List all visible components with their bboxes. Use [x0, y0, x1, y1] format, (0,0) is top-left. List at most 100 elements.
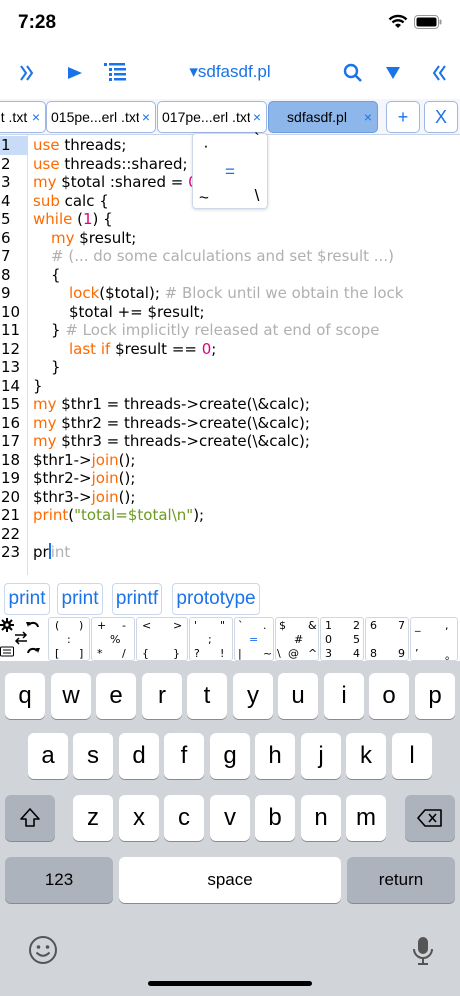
symbol-char: ~ — [263, 647, 273, 660]
symbol-char: ’ — [415, 647, 419, 660]
tab-file-3[interactable]: 017pe...erl .txt × — [157, 101, 267, 133]
symbol-key[interactable]: ~ — [194, 188, 214, 208]
key-y[interactable]: y — [233, 673, 273, 719]
symbol-key[interactable]: · — [196, 136, 216, 156]
symbol-char: & — [308, 619, 317, 632]
key-c[interactable]: c — [164, 795, 204, 841]
numbers-key[interactable]: 123 — [5, 857, 113, 903]
key-f[interactable]: f — [164, 733, 204, 779]
code-line-current[interactable]: pr int — [33, 543, 70, 562]
code-line: $thr1->join(); — [33, 451, 135, 470]
symbol-key-group[interactable]: 1 2 0 5 3 4 — [320, 617, 364, 661]
symbol-char: # — [294, 633, 304, 646]
code-text: $thr2 = threads->create(\&calc); — [56, 413, 310, 432]
key-u[interactable]: u — [278, 673, 318, 719]
key-j[interactable]: j — [301, 733, 341, 779]
key-l[interactable]: l — [392, 733, 432, 779]
key-s[interactable]: s — [73, 733, 113, 779]
key-m[interactable]: m — [346, 795, 386, 841]
key-x[interactable]: x — [119, 795, 159, 841]
shift-key[interactable] — [5, 795, 55, 841]
builtin-function: join — [91, 469, 119, 487]
code-comment: # (... do some calculations and set $res… — [51, 247, 394, 265]
key-h[interactable]: h — [255, 733, 295, 779]
delete-key[interactable] — [405, 795, 455, 841]
symbol-key-group[interactable]: ` . = | ~ — [234, 617, 274, 661]
suggestion-item[interactable]: print — [57, 583, 103, 615]
home-indicator — [148, 981, 312, 986]
key-r[interactable]: r — [142, 673, 182, 719]
key-t[interactable]: t — [187, 673, 227, 719]
key-z[interactable]: z — [73, 795, 113, 841]
code-text: $thr2-> — [33, 469, 92, 487]
suggestion-item[interactable]: prototype — [172, 583, 260, 615]
symbol-char: < — [142, 619, 152, 632]
code-line: lock($total); # Block until we obtain th… — [69, 284, 403, 303]
add-tab-button[interactable]: + — [386, 101, 420, 133]
tab-close-icon[interactable]: × — [29, 109, 43, 125]
suggestion-item[interactable]: printf — [112, 583, 162, 615]
key-g[interactable]: g — [210, 733, 250, 779]
microphone-icon[interactable] — [412, 935, 434, 972]
symbol-char: $ — [279, 619, 286, 632]
symbol-key-group[interactable]: _ , 。 ’ — [410, 617, 458, 662]
symbol-char: . — [263, 619, 267, 632]
tab-close-icon[interactable]: × — [361, 109, 375, 125]
symbol-key-group[interactable]: + - % * / — [91, 617, 135, 661]
symbol-char: * — [97, 647, 103, 660]
symbol-key-group[interactable]: ' " ; ? ! — [189, 617, 233, 661]
redo-icon[interactable] — [26, 644, 40, 658]
tab-label: 017pe...erl .txt — [162, 109, 250, 125]
symbol-char: - — [122, 619, 126, 632]
key-b[interactable]: b — [255, 795, 295, 841]
key-d[interactable]: d — [119, 733, 159, 779]
tab-label: 015pe...erl .txt — [51, 109, 139, 125]
run-icon[interactable] — [62, 58, 88, 88]
keyboard-icon[interactable] — [0, 646, 14, 658]
code-text: ); — [193, 506, 205, 524]
key-k[interactable]: k — [346, 733, 386, 779]
symbol-key-group[interactable]: < > { } — [136, 617, 188, 661]
keyword: while — [33, 210, 73, 228]
tab-close-icon[interactable]: × — [139, 109, 153, 125]
code-line: print("total=$total\n"); — [33, 506, 204, 525]
close-all-tabs-button[interactable]: X — [424, 101, 458, 133]
suggestion-item[interactable]: print — [4, 583, 50, 615]
search-icon[interactable] — [340, 58, 366, 88]
symbol-key[interactable]: ` — [247, 130, 267, 150]
key-q[interactable]: q — [5, 673, 45, 719]
line-number: 23 — [1, 543, 21, 561]
key-w[interactable]: w — [51, 673, 91, 719]
tab-close-icon[interactable]: × — [250, 109, 264, 125]
key-i[interactable]: i — [324, 673, 364, 719]
tab-file-1[interactable]: t .txt × — [0, 101, 46, 133]
tab-file-active[interactable]: sdfasdf.pl × — [268, 101, 378, 133]
swap-arrows-icon[interactable] — [14, 631, 28, 645]
code-line: last if $result == 0; — [69, 340, 216, 359]
key-v[interactable]: v — [210, 795, 250, 841]
file-title-dropdown[interactable]: ▾sdfasdf.pl — [150, 62, 310, 82]
symbol-key[interactable]: = — [220, 162, 240, 182]
return-key[interactable]: return — [347, 857, 455, 903]
code-line: } # Lock implicitly released at end of s… — [51, 321, 379, 340]
key-n[interactable]: n — [301, 795, 341, 841]
back-icon[interactable] — [426, 58, 452, 88]
outline-list-icon[interactable] — [100, 58, 130, 88]
space-key[interactable]: space — [119, 857, 341, 903]
key-p[interactable]: p — [415, 673, 455, 719]
gear-icon[interactable] — [0, 618, 14, 632]
symbol-key-group[interactable]: ( ) : [ ] — [48, 617, 90, 661]
down-triangle-icon[interactable] — [380, 58, 406, 88]
key-a[interactable]: a — [28, 733, 68, 779]
builtin-function: print — [33, 506, 69, 524]
emoji-icon[interactable] — [28, 935, 58, 970]
tab-file-2[interactable]: 015pe...erl .txt × — [46, 101, 156, 133]
symbol-key[interactable]: \ — [247, 186, 267, 206]
symbol-char: 8 — [370, 647, 377, 660]
undo-icon[interactable] — [26, 618, 40, 632]
key-e[interactable]: e — [96, 673, 136, 719]
symbol-key-group[interactable]: 6 7 8 9 — [365, 617, 409, 661]
symbol-key-group[interactable]: \ $ & # @ ^ — [275, 617, 319, 661]
forward-icon[interactable] — [14, 58, 40, 88]
key-o[interactable]: o — [369, 673, 409, 719]
